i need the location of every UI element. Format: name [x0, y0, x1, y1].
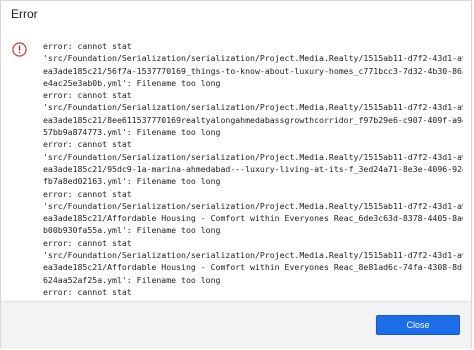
dialog-footer: Close: [1, 301, 471, 349]
log-line: 'src/Foundation/Serialization/serializat…: [43, 151, 463, 162]
log-line: 'src/Foundation/Serialization/serializat…: [43, 102, 463, 113]
log-line: error: cannot stat: [43, 90, 132, 101]
log-line: b00b930fa55a.yml': Filename too long: [43, 225, 221, 236]
log-line: ea3ade185c21/Affordable Housing - Comfor…: [43, 213, 463, 224]
message-area: error: cannot stat'src/Foundation/Serial…: [1, 29, 471, 302]
log-line: 'src/Foundation/Serialization/serializat…: [43, 53, 463, 64]
log-line: fb7a8ed02163.yml': Filename too long: [43, 176, 221, 187]
log-line: ea3ade185c21/56f7a-1537770169_things-to-…: [43, 65, 463, 76]
log-line: 57bb9a874773.yml': Filename too long: [43, 127, 221, 138]
title-bar: Error: [1, 1, 471, 28]
log-line: 'src/Foundation/Serialization/serializat…: [43, 250, 463, 261]
log-line: error: cannot stat: [43, 139, 132, 150]
log-line: error: cannot stat: [43, 286, 132, 297]
log-line: ea3ade185c21/95dc9-1a-marina-ahmedabad--…: [43, 163, 463, 174]
log-line: error: cannot stat: [43, 188, 132, 199]
close-button[interactable]: Close: [376, 315, 460, 335]
error-icon: [12, 42, 27, 57]
log-line: 'src/Foundation/Serialization/serializat…: [43, 200, 463, 211]
log-line: error: cannot stat: [43, 41, 132, 51]
log-line: error: cannot stat: [43, 237, 132, 248]
log-line: ea3ade185c21/8ee611537770169realtyalonga…: [43, 114, 463, 125]
log-line: 624aa52af25a.yml': Filename too long: [43, 274, 221, 285]
error-dialog: Error error: cannot stat'src/Foundation/…: [0, 0, 472, 349]
log-line: ea3ade185c21/Affordable Housing - Comfor…: [43, 262, 463, 273]
error-log[interactable]: error: cannot stat'src/Foundation/Serial…: [43, 40, 463, 302]
log-line: e4ac25e3ab0b.yml': Filename too long: [43, 77, 221, 88]
dialog-title: Error: [11, 7, 38, 21]
